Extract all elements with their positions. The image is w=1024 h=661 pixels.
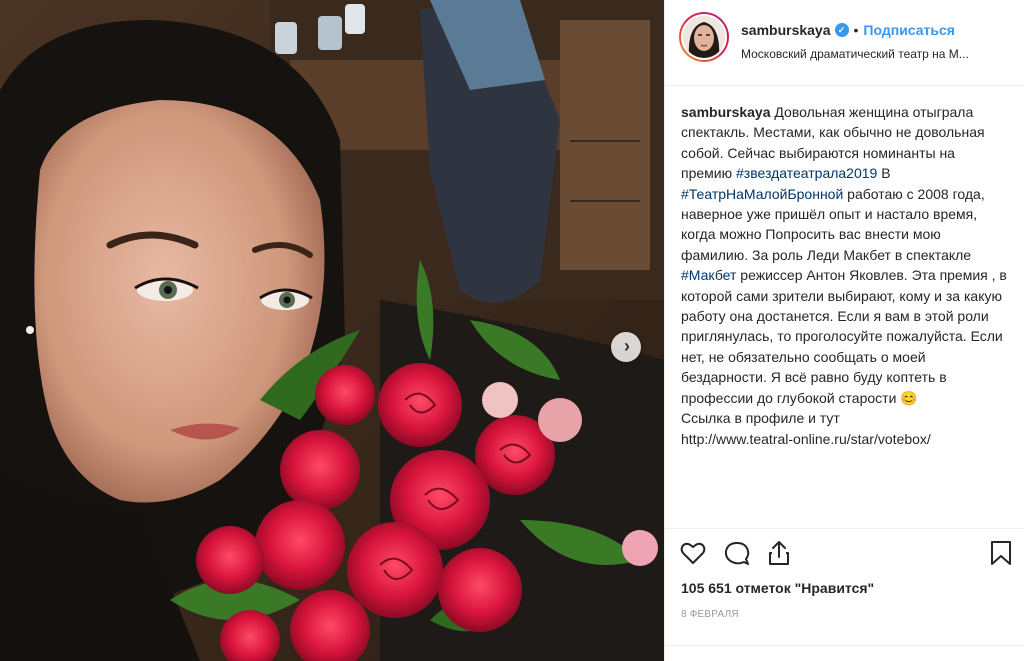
caption-paragraph: samburskaya Довольная женщина отыграла с… (681, 102, 1007, 408)
photo-illustration (0, 0, 664, 661)
post-photo[interactable]: › (0, 0, 664, 661)
username-link[interactable]: samburskaya (741, 22, 831, 38)
bookmark-icon[interactable] (987, 539, 1015, 567)
separator-dot: • (853, 22, 859, 38)
location-link[interactable]: Московский драматический театр на М... (741, 47, 969, 61)
heart-icon[interactable] (679, 539, 707, 567)
post-sidebar: samburskaya ✓ • Подписаться Московский д… (664, 0, 1024, 661)
follow-button[interactable]: Подписаться (863, 22, 955, 38)
hashtag-link-1[interactable]: #звездатеатрала2019 (736, 165, 877, 181)
post-header: samburskaya ✓ • Подписаться Московский д… (665, 0, 1024, 86)
post-actions: 105 651 отметок "Нравится" 8 ФЕВРАЛЯ (665, 528, 1024, 661)
caption-text-2: В (877, 165, 891, 182)
hashtag-link-2[interactable]: #ТеатрНаМалойБронной (681, 186, 843, 202)
share-icon[interactable] (765, 539, 793, 567)
post-date[interactable]: 8 ФЕВРАЛЯ (681, 609, 739, 620)
post-caption: samburskaya Довольная женщина отыграла с… (681, 102, 1007, 520)
likes-count[interactable]: 105 651 отметок "Нравится" (681, 580, 874, 596)
add-comment-field[interactable] (665, 645, 1024, 661)
avatar[interactable] (679, 12, 729, 62)
caption-text-4: режиссер Антон Яковлев. Эта премия , в к… (681, 267, 1007, 406)
comment-icon[interactable] (723, 539, 751, 567)
caption-username-link[interactable]: samburskaya (681, 104, 771, 120)
avatar-image (683, 16, 725, 58)
chevron-right-icon: › (624, 336, 630, 356)
caption-external-link[interactable]: http://www.teatral-online.ru/star/votebo… (681, 431, 931, 447)
hashtag-link-3[interactable]: #Макбет (681, 267, 736, 283)
verified-badge-icon: ✓ (834, 23, 849, 37)
carousel-next-button[interactable]: › (611, 332, 641, 362)
caption-text-5: Ссылка в профиле и тут (681, 410, 840, 427)
